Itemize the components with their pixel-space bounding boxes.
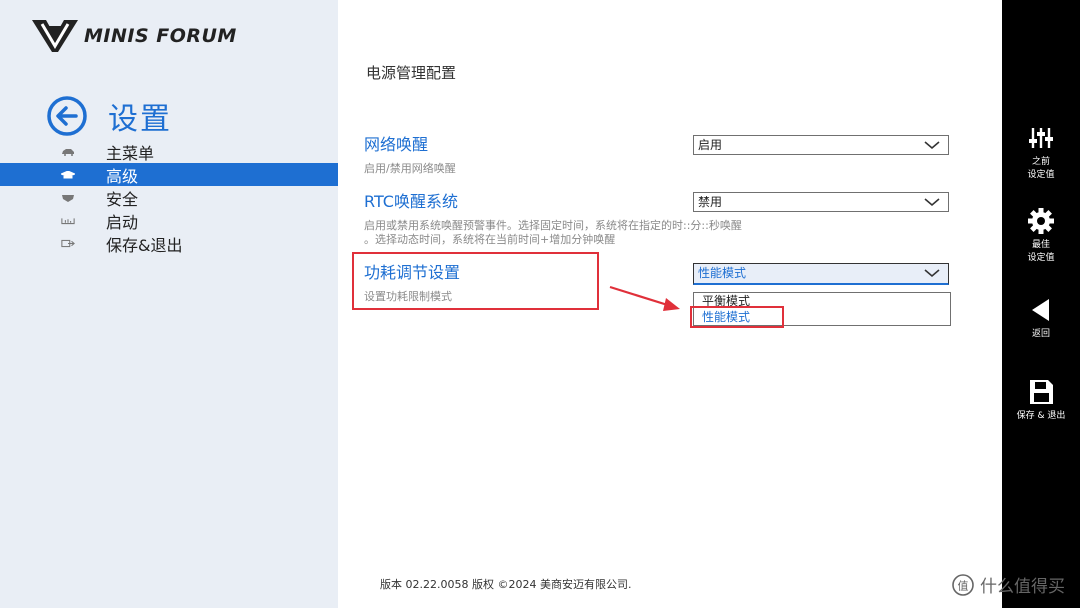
page-title: 设置: [108, 102, 172, 137]
rightbar-label-line: 设定值: [1027, 170, 1055, 180]
main-content: 电源管理配置 网络唤醒 启用/禁用网络唤醒 启用 RTC唤醒系统 启用或禁用系统…: [338, 0, 1002, 608]
setting-description: 启用或禁用系统唤醒预警事件。选择固定时间，系统将在指定的时::分::秒唤醒 。选…: [364, 218, 884, 248]
previous-values-button[interactable]: 之前 设定值: [1002, 124, 1080, 182]
wake-on-lan-select[interactable]: 启用: [693, 135, 949, 155]
sidebar-item-label: 主菜单: [106, 143, 155, 163]
gear-icon: [1028, 208, 1054, 234]
rightbar-label: 保存 & 退出: [1002, 410, 1080, 423]
optimal-defaults-button[interactable]: 最佳 设定值: [1002, 207, 1080, 265]
sidebar-item-advanced[interactable]: 高级: [0, 163, 338, 186]
sidebar-item-label: 安全: [106, 189, 139, 209]
chevron-down-icon: [924, 198, 940, 207]
right-action-bar: 之前 设定值 最佳 设定值 返回 保存 & 退出: [1002, 0, 1080, 608]
exit-icon: [61, 239, 75, 249]
rightbar-label-line: 返回: [1031, 329, 1050, 339]
shield-icon: [61, 193, 75, 203]
power-mode-select[interactable]: 性能模式: [693, 263, 949, 285]
chevron-down-icon: [924, 269, 940, 278]
setting-description: 启用/禁用网络唤醒: [364, 162, 456, 175]
rightbar-label-line: 最佳: [1031, 240, 1050, 250]
watermark-logo-char: 值: [958, 579, 969, 592]
highlight-box-option: [690, 306, 784, 328]
page-title-row: 设置: [46, 94, 172, 138]
rightbar-label: 之前 设定值: [1002, 156, 1080, 182]
setting-description-line: 。选择动态时间，系统将在当前时间+增加分钟唤醒: [364, 233, 616, 246]
version-footer: 版本 02.22.0058 版权 ©2024 美商安迈有限公司.: [380, 578, 632, 591]
back-button[interactable]: 返回: [1002, 296, 1080, 341]
watermark: 值 什么值得买: [952, 572, 1065, 597]
rtc-wake-select[interactable]: 禁用: [693, 192, 949, 212]
brand-logo: MINIS FORUM: [30, 16, 237, 56]
annotation-arrow-icon: [609, 285, 680, 311]
rightbar-label-line: 之前: [1031, 157, 1050, 167]
floppy-icon: [1030, 380, 1053, 404]
boot-icon: [61, 216, 75, 226]
highlight-box-setting: [352, 252, 599, 310]
sidebar-item-save-exit[interactable]: 保存&退出: [0, 232, 338, 255]
rightbar-label-line: 保存 & 退出: [1016, 411, 1066, 421]
back-triangle-icon: [1032, 299, 1049, 321]
rightbar-label: 返回: [1002, 328, 1080, 341]
watermark-text: 什么值得买: [980, 577, 1065, 597]
minisforum-logo-icon: [32, 20, 78, 52]
rightbar-label: 最佳 设定值: [1002, 239, 1080, 265]
select-value: 性能模式: [698, 266, 747, 280]
watermark-logo-icon: 值: [952, 573, 974, 596]
sidebar-item-boot[interactable]: 启动: [0, 209, 338, 232]
sidebar-item-security[interactable]: 安全: [0, 186, 338, 209]
section-title: 电源管理配置: [366, 64, 457, 82]
sliders-icon: [1029, 128, 1053, 148]
brand-logo-text: MINIS FORUM: [84, 25, 237, 47]
select-value: 禁用: [698, 195, 723, 209]
select-value: 启用: [698, 138, 723, 152]
graduation-cap-icon: [61, 170, 75, 180]
sidebar-item-label: 启动: [106, 212, 139, 232]
rightbar-label-line: 设定值: [1027, 253, 1055, 263]
back-arrow-icon[interactable]: [46, 95, 88, 137]
sidebar-item-main-menu[interactable]: 主菜单: [0, 140, 338, 163]
left-pane: MINIS FORUM 设置 主菜单 高级 安全 启动 保存&退出: [0, 0, 338, 608]
chevron-down-icon: [924, 141, 940, 150]
car-icon: [61, 147, 75, 157]
sidebar-item-label: 保存&退出: [106, 235, 183, 255]
save-exit-button[interactable]: 保存 & 退出: [1002, 378, 1080, 423]
sidebar-item-label: 高级: [106, 166, 139, 186]
sidebar-menu: 主菜单 高级 安全 启动 保存&退出: [0, 140, 338, 255]
